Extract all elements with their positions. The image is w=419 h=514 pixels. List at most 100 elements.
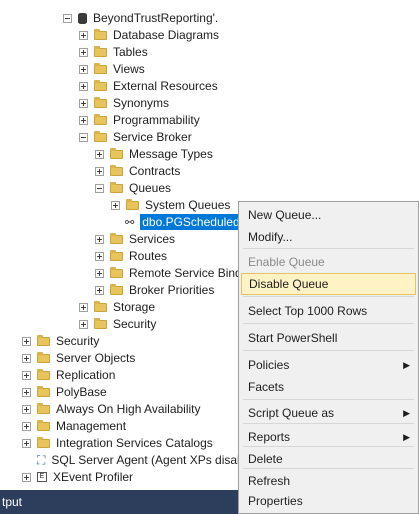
- tree-node-services[interactable]: Services: [95, 231, 175, 247]
- tree-node-programmability[interactable]: Programmability: [79, 112, 200, 128]
- expand-icon[interactable]: [95, 234, 104, 244]
- tree-node-contracts[interactable]: Contracts: [95, 163, 180, 179]
- menu-separator: [243, 468, 414, 469]
- expand-icon[interactable]: [22, 404, 31, 414]
- expand-icon[interactable]: [79, 319, 88, 329]
- expand-icon[interactable]: [79, 81, 88, 91]
- expand-icon[interactable]: [95, 268, 104, 278]
- expand-icon[interactable]: [111, 200, 120, 210]
- expand-icon[interactable]: [95, 166, 104, 176]
- expand-icon[interactable]: [79, 115, 88, 125]
- submenu-arrow-icon: ▶: [403, 431, 410, 442]
- menu-item-new-queue[interactable]: New Queue...: [241, 204, 416, 226]
- output-tab-label: tput: [2, 495, 23, 509]
- expand-icon[interactable]: [79, 47, 88, 57]
- tree-node-sql-agent[interactable]: ⛶ SQL Server Agent (Agent XPs disabled): [37, 452, 264, 468]
- folder-icon: [110, 232, 123, 244]
- folder-icon: [94, 130, 107, 142]
- folder-icon: [94, 96, 107, 108]
- expand-icon[interactable]: [22, 387, 31, 397]
- menu-item-script-queue-as[interactable]: Script Queue as ▶: [241, 402, 416, 424]
- folder-icon: [110, 266, 123, 278]
- tree-node-db-security[interactable]: Security: [79, 316, 156, 332]
- folder-icon: [94, 45, 107, 57]
- submenu-arrow-icon: ▶: [403, 407, 410, 418]
- tree-node-broker-priorities[interactable]: Broker Priorities: [95, 282, 214, 298]
- folder-icon: [94, 79, 107, 91]
- menu-separator: [243, 248, 414, 249]
- database-icon: [78, 12, 87, 24]
- tree-node-always-on[interactable]: Always On High Availability: [22, 401, 201, 417]
- menu-item-modify[interactable]: Modify...: [241, 226, 416, 248]
- menu-item-delete[interactable]: Delete: [241, 448, 416, 470]
- folder-icon: [94, 28, 107, 40]
- expand-icon[interactable]: [22, 353, 31, 363]
- folder-icon: [94, 300, 107, 312]
- tree-node-tables[interactable]: Tables: [79, 44, 148, 60]
- collapse-icon[interactable]: [63, 13, 72, 23]
- expand-icon[interactable]: [79, 302, 88, 312]
- tree-node-system-queues[interactable]: System Queues: [111, 197, 230, 213]
- folder-icon: [37, 436, 50, 448]
- menu-item-policies[interactable]: Policies ▶: [241, 354, 416, 376]
- tree-node-replication[interactable]: Replication: [22, 367, 115, 383]
- folder-icon: [37, 334, 50, 346]
- expand-icon[interactable]: [79, 64, 88, 74]
- tree-node-database[interactable]: BeyondTrustReporting'.: [63, 10, 218, 26]
- folder-icon: [37, 385, 50, 397]
- expand-icon[interactable]: [22, 472, 31, 482]
- folder-icon: [94, 62, 107, 74]
- folder-icon: [110, 283, 123, 295]
- folder-icon: [94, 113, 107, 125]
- tree-node-management[interactable]: Management: [22, 418, 126, 434]
- tree-node-views[interactable]: Views: [79, 61, 145, 77]
- tree-node-database-diagrams[interactable]: Database Diagrams: [79, 27, 219, 43]
- menu-item-select-top-rows[interactable]: Select Top 1000 Rows: [241, 300, 416, 322]
- expand-icon[interactable]: [95, 149, 104, 159]
- menu-item-refresh[interactable]: Refresh: [241, 470, 416, 492]
- tree-node-external-resources[interactable]: External Resources: [79, 78, 218, 94]
- expand-icon[interactable]: [22, 336, 31, 346]
- tree-node-integration-services[interactable]: Integration Services Catalogs: [22, 435, 213, 451]
- tree-node-server-objects[interactable]: Server Objects: [22, 350, 135, 366]
- tree-node-storage[interactable]: Storage: [79, 299, 155, 315]
- expand-icon[interactable]: [95, 251, 104, 261]
- folder-icon: [37, 402, 50, 414]
- queue-icon: ⚯: [125, 216, 135, 229]
- menu-item-start-powershell[interactable]: Start PowerShell: [241, 327, 416, 349]
- folder-icon: [126, 198, 139, 210]
- menu-separator: [243, 296, 414, 297]
- collapse-icon[interactable]: [95, 183, 104, 193]
- folder-icon: [37, 368, 50, 380]
- menu-item-reports[interactable]: Reports ▶: [241, 426, 416, 448]
- menu-separator: [243, 399, 414, 400]
- menu-item-disable-queue[interactable]: Disable Queue: [241, 273, 416, 295]
- folder-icon: [94, 317, 107, 329]
- tree-node-security[interactable]: Security: [22, 333, 99, 349]
- collapse-icon[interactable]: [79, 132, 88, 142]
- menu-item-facets[interactable]: Facets: [241, 376, 416, 398]
- menu-item-enable-queue: Enable Queue: [248, 255, 325, 269]
- tree-node-remote-service-binding[interactable]: Remote Service Binding: [95, 265, 258, 281]
- tree-node-synonyms[interactable]: Synonyms: [79, 95, 169, 111]
- expand-icon[interactable]: [79, 98, 88, 108]
- folder-icon: [110, 249, 123, 261]
- expand-icon[interactable]: [22, 438, 31, 448]
- menu-separator: [243, 323, 414, 324]
- tree-node-polybase[interactable]: PolyBase: [22, 384, 107, 400]
- tree-node-service-broker[interactable]: Service Broker: [79, 129, 192, 145]
- folder-icon: [110, 147, 123, 159]
- agent-icon: ⛶: [37, 452, 46, 467]
- expand-icon[interactable]: [22, 421, 31, 431]
- menu-separator: [243, 350, 414, 351]
- expand-icon[interactable]: [95, 285, 104, 295]
- tree-node-queues[interactable]: Queues: [95, 180, 171, 196]
- tree-node-routes[interactable]: Routes: [95, 248, 167, 264]
- tree-node-xevent-profiler[interactable]: E XEvent Profiler: [22, 469, 133, 485]
- tree-node-message-types[interactable]: Message Types: [95, 146, 213, 162]
- expand-icon[interactable]: [22, 370, 31, 380]
- menu-item-properties[interactable]: Properties: [241, 490, 416, 512]
- folder-icon: [110, 181, 123, 193]
- folder-icon: [37, 351, 50, 363]
- expand-icon[interactable]: [79, 30, 88, 40]
